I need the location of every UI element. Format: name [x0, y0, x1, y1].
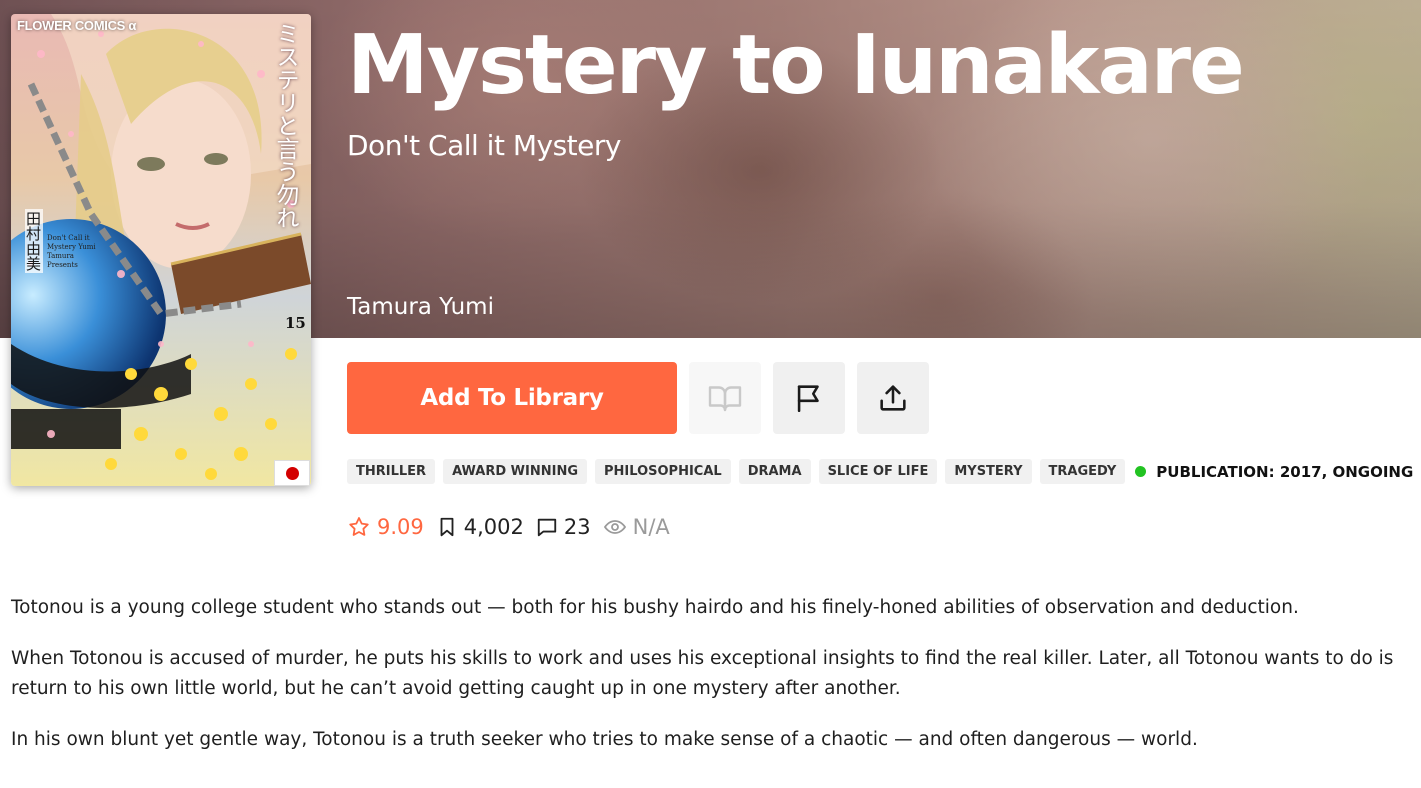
stats-bar: 9.09 4,002 23 N/A	[347, 512, 682, 542]
follows-stat: 4,002	[436, 515, 524, 539]
report-button[interactable]	[773, 362, 845, 434]
eye-icon	[603, 520, 626, 534]
share-icon	[880, 385, 906, 411]
tag-slice-of-life[interactable]: SLICE OF LIFE	[818, 459, 938, 484]
bookmark-icon	[440, 517, 454, 537]
cover-image: FLOWER COMICS α ミステリと言う勿れ 田村由美 Don't Cal…	[11, 14, 311, 486]
comments-value: 23	[563, 515, 591, 539]
description-paragraph: In his own blunt yet gentle way, Totonou…	[11, 729, 1198, 750]
japan-flag-icon	[274, 460, 310, 486]
cover-volume-number: 15	[285, 314, 306, 332]
comments-stat[interactable]: 23	[536, 515, 591, 539]
tag-mystery[interactable]: MYSTERY	[945, 459, 1032, 484]
views-stat: N/A	[603, 515, 670, 539]
alt-title: Don't Call it Mystery	[347, 129, 621, 162]
rating-stat[interactable]: 9.09	[347, 515, 424, 539]
add-to-library-button[interactable]: Add To Library	[347, 362, 677, 434]
star-icon	[349, 517, 369, 536]
comment-icon	[537, 518, 557, 537]
rating-value: 9.09	[377, 515, 424, 539]
page-title: Mystery to Iunakare	[347, 18, 1245, 113]
description: Totonou is a young college student who s…	[11, 593, 1411, 776]
tag-drama[interactable]: DRAMA	[738, 459, 811, 484]
cover-japanese-title: ミステリと言う勿れ	[272, 22, 298, 229]
cover-japanese-author: 田村由美	[24, 209, 43, 273]
tag-tragedy[interactable]: TRAGEDY	[1039, 459, 1126, 484]
tag-award-winning[interactable]: AWARD WINNING	[443, 459, 588, 484]
publication-label: PUBLICATION: 2017, ONGOING	[1156, 462, 1414, 481]
tag-thriller[interactable]: THRILLER	[347, 459, 436, 484]
author-link[interactable]: Tamura Yumi	[347, 292, 494, 322]
share-button[interactable]	[857, 362, 929, 434]
description-paragraph: When Totonou is accused of murder, he pu…	[11, 648, 1394, 699]
tag-list: THRILLER AWARD WINNING PHILOSOPHICAL DRA…	[347, 459, 1413, 484]
read-button[interactable]	[689, 362, 761, 434]
manga-detail-page: FLOWER COMICS α ミステリと言う勿れ 田村由美 Don't Cal…	[0, 0, 1421, 788]
follows-value: 4,002	[463, 515, 524, 539]
status-dot-icon	[1135, 466, 1147, 477]
flag-icon	[797, 385, 819, 413]
views-value: N/A	[632, 515, 670, 539]
cover-publisher-logo: FLOWER COMICS α	[17, 18, 137, 33]
publication-status: PUBLICATION: 2017, ONGOING	[1135, 463, 1413, 481]
description-paragraph: Totonou is a young college student who s…	[11, 597, 1299, 618]
tag-philosophical[interactable]: PHILOSOPHICAL	[595, 459, 731, 484]
book-open-icon	[708, 386, 742, 412]
cover-english-text: Don't Call it Mystery Yumi Tamura Presen…	[47, 234, 96, 269]
